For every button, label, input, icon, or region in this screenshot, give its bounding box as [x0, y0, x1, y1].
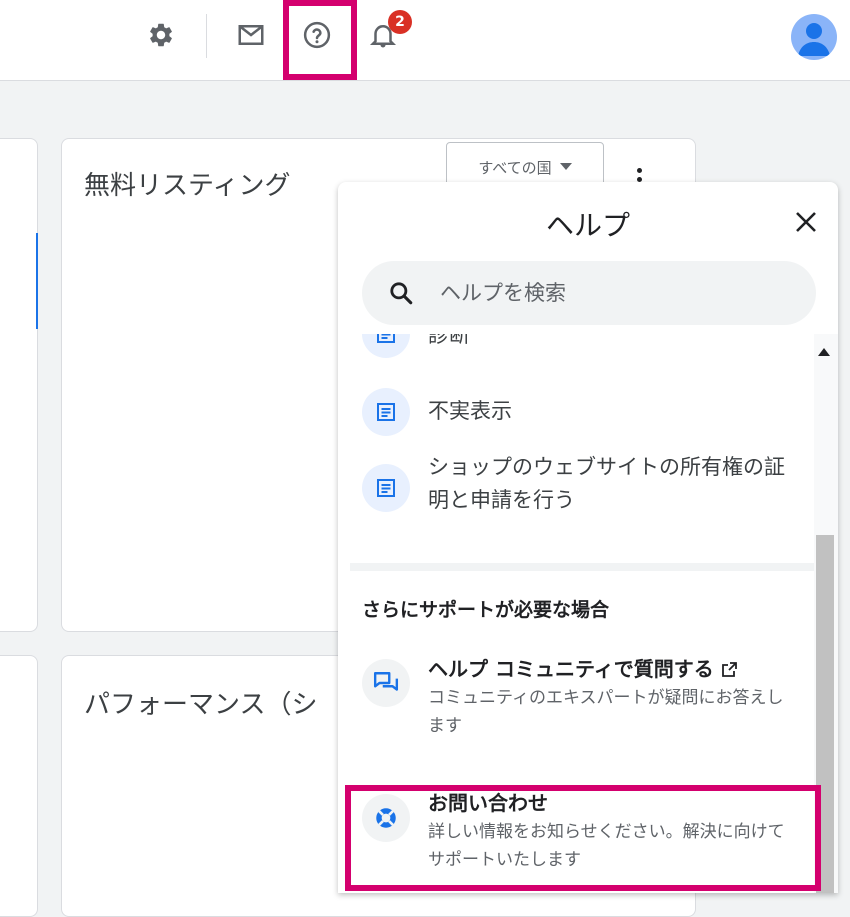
notification-badge: 2 [388, 10, 412, 34]
help-search-input[interactable] [438, 280, 782, 306]
toolbar-divider [206, 14, 207, 58]
left-card-bottom [0, 655, 38, 917]
article-icon [362, 334, 410, 358]
help-article-diagnostics[interactable]: 診断 [362, 334, 788, 358]
community-title: ヘルプ コミュニティで質問する [428, 657, 714, 681]
help-community-link[interactable]: ヘルプ コミュニティで質問する コミュニティのエキスパートが疑問にお答えします [362, 657, 798, 740]
gear-icon [150, 23, 172, 47]
search-icon [386, 278, 416, 308]
country-select-value: すべての国 [478, 158, 552, 177]
free-listings-title: 無料リスティング [84, 171, 291, 201]
more-support-heading: さらにサポートが必要な場合 [362, 599, 610, 621]
close-help-button[interactable] [790, 206, 822, 238]
help-panel-title: ヘルプ [545, 209, 630, 242]
account-avatar[interactable] [791, 14, 837, 60]
article-icon [362, 464, 410, 512]
open-in-new-icon [721, 661, 737, 677]
mail-button[interactable] [234, 18, 268, 52]
article-label: 診断 [428, 334, 470, 347]
card-accent-line [36, 233, 38, 329]
forum-icon [362, 659, 410, 707]
article-label: 不実表示 [428, 399, 512, 423]
top-app-bar: 2 [0, 0, 850, 81]
help-search-box[interactable] [362, 261, 816, 325]
help-article-misrepresentation[interactable]: 不実表示 [362, 388, 788, 436]
close-icon [796, 212, 816, 232]
article-icon [362, 388, 410, 436]
contact-us-highlight [345, 785, 821, 891]
left-card-top [0, 138, 38, 632]
article-label: ショップのウェブサイトの所有権の証明と申請を行う [428, 455, 785, 512]
dropdown-arrow-icon [559, 163, 572, 170]
help-button-highlight [283, 0, 357, 80]
scroll-up-arrow-icon[interactable] [818, 348, 830, 356]
community-description: コミュニティのエキスパートが疑問にお答えします [428, 688, 784, 736]
mail-icon [238, 25, 264, 45]
section-divider [350, 563, 816, 571]
person-icon [798, 23, 830, 56]
help-article-website-verification[interactable]: ショップのウェブサイトの所有権の証明と申請を行う [362, 455, 788, 517]
performance-title: パフォーマンス（シ [84, 690, 318, 720]
settings-button[interactable] [144, 18, 178, 52]
